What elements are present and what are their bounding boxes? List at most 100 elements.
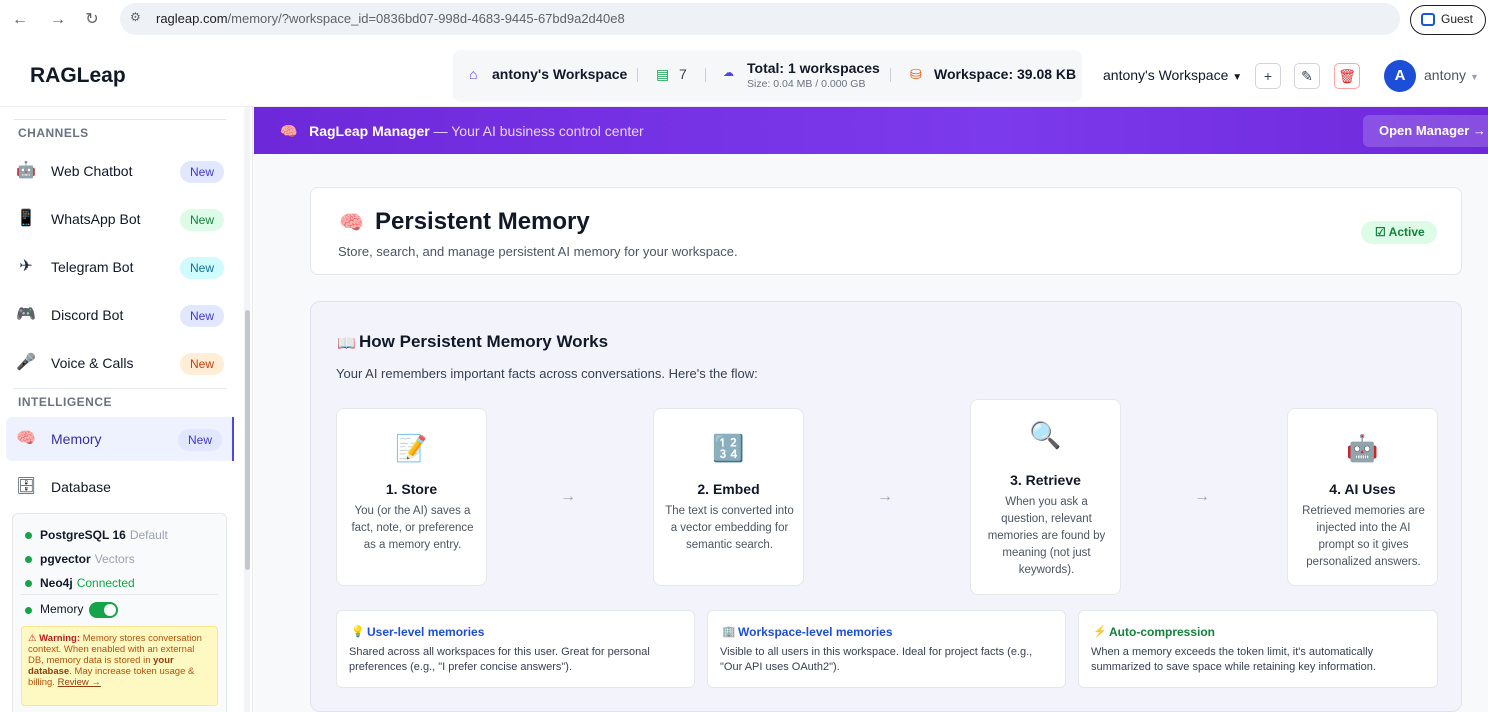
status-dot bbox=[25, 606, 32, 614]
postgres-status: PostgreSQL 16 Default bbox=[25, 528, 168, 542]
lightning-icon: ⚡ bbox=[1093, 626, 1107, 638]
database-status-panel: PostgreSQL 16 Default pgvector Vectors Neo… bbox=[12, 513, 227, 712]
intelligence-heading: INTELLIGENCE bbox=[18, 395, 113, 409]
neo4j-status: Neo4j Connected bbox=[25, 576, 135, 590]
sidebar-item-web-chatbot[interactable]: 🤖 Web Chatbot New bbox=[6, 149, 234, 193]
step-retrieve: 🔍 3. Retrieve When you ask a question, r… bbox=[970, 399, 1121, 595]
edit-workspace-button[interactable]: ✎ bbox=[1294, 63, 1320, 89]
workspace-size: Workspace: 39.08 KB bbox=[934, 66, 1077, 82]
banner-subtitle: — Your AI business control center bbox=[429, 123, 644, 139]
profile-icon bbox=[1421, 13, 1435, 26]
pgvector-status: pgvector Vectors bbox=[25, 552, 135, 566]
document-icon: ▤ bbox=[656, 66, 670, 82]
page-title: Persistent Memory bbox=[375, 208, 590, 235]
manager-banner: 🧠 RagLeap Manager — Your AI business con… bbox=[254, 107, 1488, 154]
sidebar-scrollbar-thumb[interactable] bbox=[245, 310, 250, 570]
memo-icon: 📝 bbox=[395, 433, 428, 463]
add-workspace-button[interactable]: + bbox=[1255, 63, 1281, 89]
database-icon: 🗄 bbox=[16, 478, 37, 495]
status-dot bbox=[25, 532, 32, 540]
channels-heading: CHANNELS bbox=[18, 126, 89, 140]
review-link[interactable]: Review → bbox=[58, 677, 101, 688]
building-icon: 🏢 bbox=[722, 626, 736, 638]
delete-workspace-button[interactable]: 🗑 bbox=[1334, 63, 1360, 89]
back-arrow-icon[interactable]: ← bbox=[8, 8, 32, 32]
site-settings-icon[interactable]: ⚙ bbox=[130, 10, 141, 24]
app-header: RAGLeap ⌂ antony's Workspace ▤ 7 ☁ Total… bbox=[0, 40, 1488, 107]
user-menu[interactable]: antony ▼ bbox=[1424, 67, 1479, 83]
brain-icon: 🧠 bbox=[280, 123, 298, 139]
plane-icon: ✈ bbox=[19, 258, 33, 275]
new-badge: New bbox=[177, 429, 222, 451]
lightbulb-icon: 💡 bbox=[351, 626, 365, 638]
warning-icon: ⚠ bbox=[28, 633, 37, 644]
guest-profile-button[interactable]: Guest bbox=[1410, 5, 1486, 35]
sidebar-item-database[interactable]: 🗄 Database bbox=[6, 465, 234, 509]
sidebar-item-discord-bot[interactable]: 🎮 Discord Bot New bbox=[6, 293, 234, 337]
edit-icon: ✎ bbox=[1301, 68, 1313, 84]
browser-toolbar: ← → ↻ ⚙ ragleap.com/memory/?workspace_id… bbox=[0, 0, 1488, 40]
forward-arrow-icon[interactable]: → bbox=[46, 8, 70, 32]
new-badge: New bbox=[179, 305, 224, 327]
workspace-selector[interactable]: antony's Workspace ▼ bbox=[1103, 67, 1242, 83]
total-workspaces: Total: 1 workspaces bbox=[747, 60, 880, 76]
robot-icon: 🤖 bbox=[16, 162, 36, 179]
sidebar-item-memory[interactable]: 🧠 Memory New bbox=[6, 417, 234, 461]
phone-icon: 📱 bbox=[16, 210, 36, 227]
chevron-down-icon: ▼ bbox=[1469, 72, 1479, 82]
workspace-stats: ⌂ antony's Workspace ▤ 7 ☁ Total: 1 work… bbox=[453, 50, 1082, 102]
memory-toggle[interactable] bbox=[89, 602, 119, 618]
step-store: 📝 1. Store You (or the AI) saves a fact,… bbox=[336, 408, 487, 586]
memory-toggle-row: Memory bbox=[25, 602, 119, 618]
memory-header-card: 🧠 Persistent Memory Store, search, and m… bbox=[310, 187, 1462, 275]
section-title: How Persistent Memory Works bbox=[359, 332, 609, 351]
new-badge: New bbox=[179, 161, 224, 183]
status-dot bbox=[25, 580, 32, 588]
robot-icon: 🤖 bbox=[1346, 433, 1379, 463]
info-user-level: 💡 User-level memories Shared across all … bbox=[336, 610, 695, 688]
status-badge: ☑ Active bbox=[1361, 221, 1437, 244]
arrow-icon: → bbox=[1194, 488, 1210, 505]
open-manager-button[interactable]: Open Manager → bbox=[1363, 115, 1488, 147]
brand-logo[interactable]: RAGLeap bbox=[30, 64, 126, 88]
avatar[interactable]: A bbox=[1384, 60, 1416, 92]
magnifier-icon: 🔍 bbox=[1029, 420, 1062, 450]
memory-warning: ⚠ Warning: Memory stores conversation co… bbox=[21, 626, 218, 706]
section-subtitle: Your AI remembers important facts across… bbox=[336, 366, 758, 381]
trash-icon: 🗑 bbox=[1338, 68, 1356, 84]
document-count: 7 bbox=[679, 66, 687, 82]
sidebar: CHANNELS 🤖 Web Chatbot New 📱 WhatsApp Bo… bbox=[0, 107, 253, 712]
address-bar[interactable]: ⚙ ragleap.com/memory/?workspace_id=0836b… bbox=[120, 3, 1400, 35]
gamepad-icon: 🎮 bbox=[16, 306, 36, 323]
workspace-name: antony's Workspace bbox=[492, 66, 628, 82]
how-it-works-card: 📖 How Persistent Memory Works Your AI re… bbox=[310, 301, 1462, 712]
arrow-icon: → bbox=[560, 488, 576, 505]
database-icon: ⛁ bbox=[910, 66, 922, 82]
sidebar-item-whatsapp-bot[interactable]: 📱 WhatsApp Bot New bbox=[6, 197, 234, 241]
arrow-icon: → bbox=[877, 488, 893, 505]
brain-icon: 🧠 bbox=[339, 212, 364, 234]
status-dot bbox=[25, 556, 32, 564]
sidebar-item-telegram-bot[interactable]: ✈ Telegram Bot New bbox=[6, 245, 234, 289]
info-workspace-level: 🏢 Workspace-level memories Visible to al… bbox=[707, 610, 1066, 688]
main-content: 🧠 RagLeap Manager — Your AI business con… bbox=[254, 107, 1488, 712]
step-ai-uses: 🤖 4. AI Uses Retrieved memories are inje… bbox=[1287, 408, 1438, 586]
info-auto-compression: ⚡ Auto-compression When a memory exceeds… bbox=[1078, 610, 1438, 688]
brain-icon: 🧠 bbox=[16, 430, 36, 447]
lock-icon: ⌂ bbox=[469, 66, 478, 82]
new-badge: New bbox=[179, 209, 224, 231]
storage-size: Size: 0.04 MB / 0.000 GB bbox=[747, 78, 866, 90]
checkbox-icon: ☑ bbox=[1375, 225, 1386, 239]
step-embed: 🔢 2. Embed The text is converted into a … bbox=[653, 408, 804, 586]
new-badge: New bbox=[179, 353, 224, 375]
reload-icon[interactable]: ↻ bbox=[80, 8, 104, 32]
numbers-icon: 🔢 bbox=[712, 433, 745, 463]
cloud-icon: ☁ bbox=[723, 67, 734, 79]
microphone-icon: 🎤 bbox=[16, 354, 36, 371]
sidebar-item-voice-calls[interactable]: 🎤 Voice & Calls New bbox=[6, 341, 234, 385]
new-badge: New bbox=[179, 257, 224, 279]
book-icon: 📖 bbox=[337, 335, 356, 352]
url-text[interactable]: ragleap.com/memory/?workspace_id=0836bd0… bbox=[156, 11, 625, 26]
chevron-down-icon: ▼ bbox=[1232, 72, 1243, 83]
page-subtitle: Store, search, and manage persistent AI … bbox=[338, 244, 738, 259]
